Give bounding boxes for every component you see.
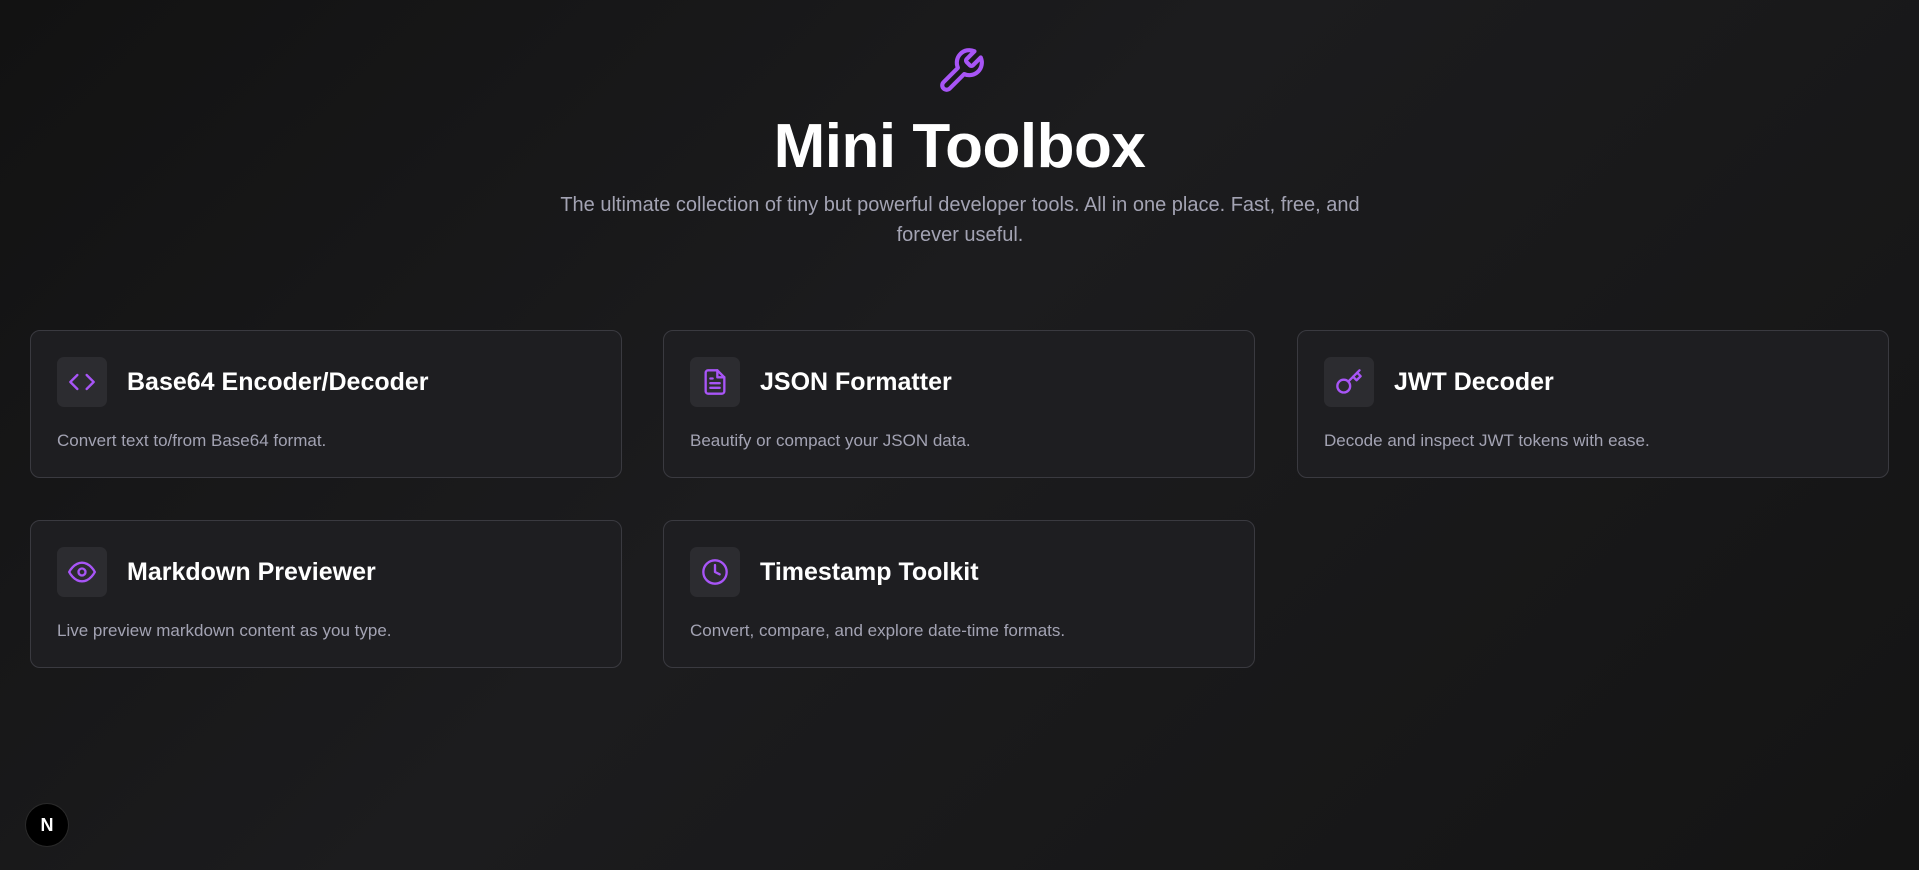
nextjs-dev-indicator-button[interactable]: N (26, 804, 68, 846)
tool-card-base64[interactable]: Base64 Encoder/Decoder Convert text to/f… (30, 330, 622, 478)
tool-card-title: JWT Decoder (1394, 368, 1554, 396)
tool-card-jwt-decoder[interactable]: JWT Decoder Decode and inspect JWT token… (1297, 330, 1889, 478)
tool-card-markdown-previewer[interactable]: Markdown Previewer Live preview markdown… (30, 520, 622, 668)
tool-card-timestamp-toolkit[interactable]: Timestamp Toolkit Convert, compare, and … (663, 520, 1255, 668)
tool-card-description: Convert, compare, and explore date-time … (690, 621, 1066, 640)
key-icon (1324, 357, 1374, 407)
page-subtitle: The ultimate collection of tiny but powe… (560, 194, 1360, 246)
tool-card-title: JSON Formatter (760, 368, 952, 396)
page-title: Mini Toolbox (773, 112, 1146, 181)
nextjs-logo-icon: N (40, 814, 54, 835)
wrench-icon (936, 46, 986, 96)
tool-card-title: Markdown Previewer (127, 558, 376, 586)
tool-card-description: Convert text to/from Base64 format. (57, 431, 327, 450)
tool-card-description: Live preview markdown content as you typ… (57, 621, 392, 640)
clock-icon (690, 547, 740, 597)
tool-card-description: Decode and inspect JWT tokens with ease. (1324, 431, 1650, 450)
tool-card-json-formatter[interactable]: JSON Formatter Beautify or compact your … (663, 330, 1255, 478)
tool-card-title: Base64 Encoder/Decoder (127, 368, 429, 396)
code-brackets-icon (57, 357, 107, 407)
tool-card-title: Timestamp Toolkit (760, 558, 979, 586)
eye-icon (57, 547, 107, 597)
file-text-icon (690, 357, 740, 407)
tool-card-description: Beautify or compact your JSON data. (690, 431, 971, 450)
